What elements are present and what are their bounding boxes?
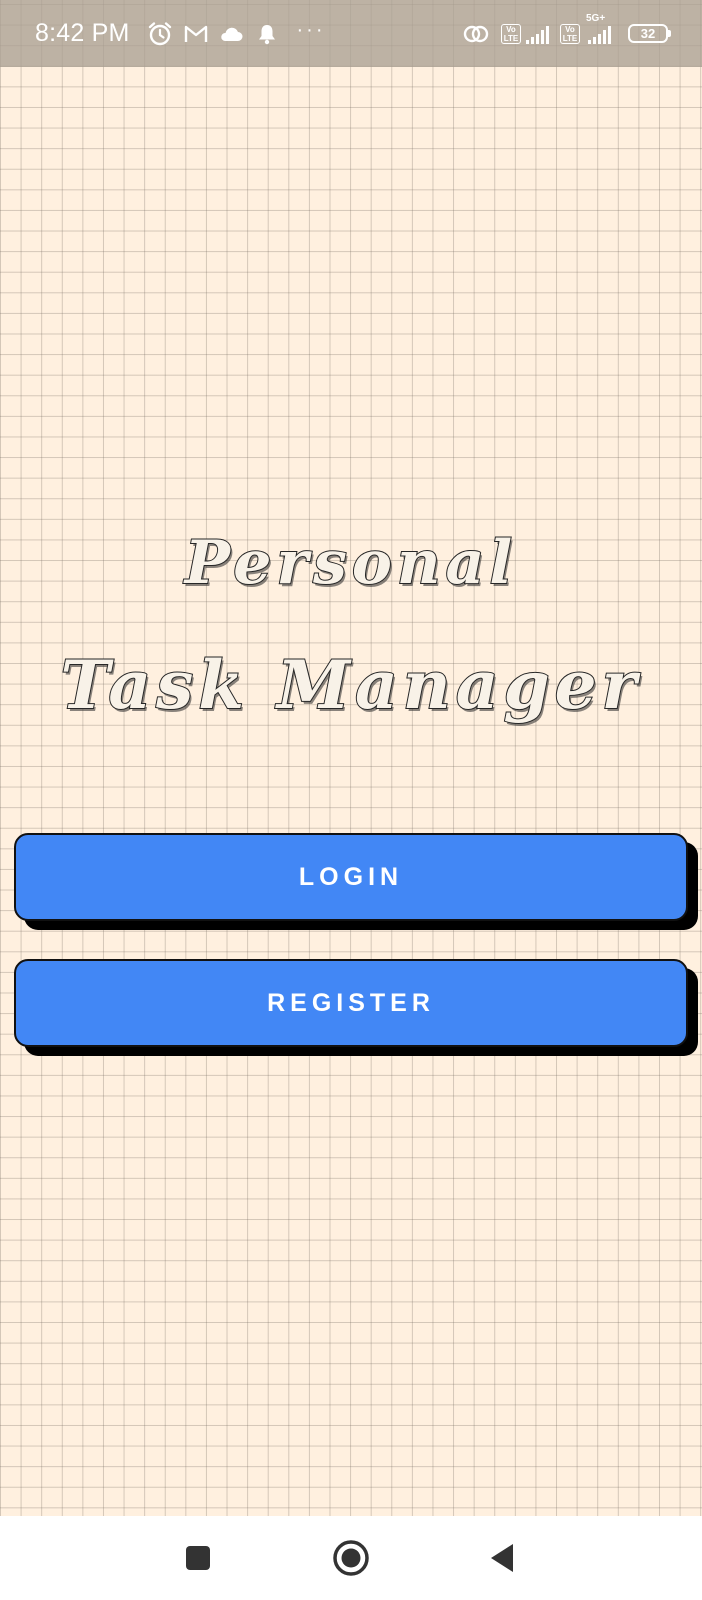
recents-icon[interactable] [178, 1538, 218, 1578]
status-time: 8:42 PM [35, 19, 130, 47]
alarm-icon [147, 21, 173, 47]
app-title-line-1: Personal [184, 527, 518, 599]
notification-bell-icon [257, 23, 277, 45]
navigation-bar [0, 1516, 702, 1600]
status-bar: 8:42 PM ··· Vo LTE Vo LTE 5G+ 32 [0, 0, 702, 67]
network-type-label: 5G+ [586, 12, 606, 24]
register-button[interactable]: REGISTER [14, 959, 688, 1047]
status-left: 8:42 PM ··· [35, 19, 326, 48]
more-dots-icon: ··· [296, 18, 326, 41]
status-right: Vo LTE Vo LTE 5G+ 32 [451, 13, 671, 45]
battery-icon: 32 [628, 24, 671, 43]
cloud-icon [219, 25, 243, 43]
back-icon[interactable] [482, 1538, 522, 1578]
login-button[interactable]: LOGIN [14, 833, 688, 921]
signal-5g-icon: 5G+ [586, 13, 616, 45]
volte-icon-2: Vo LTE [560, 23, 580, 44]
signal-strength-icon [526, 23, 554, 45]
volte-icon: Vo LTE [501, 23, 521, 44]
gmail-icon [184, 24, 208, 44]
app-title-line-2: Task Manager [60, 645, 642, 725]
home-icon[interactable] [331, 1538, 371, 1578]
hotspot-link-icon [462, 23, 490, 45]
